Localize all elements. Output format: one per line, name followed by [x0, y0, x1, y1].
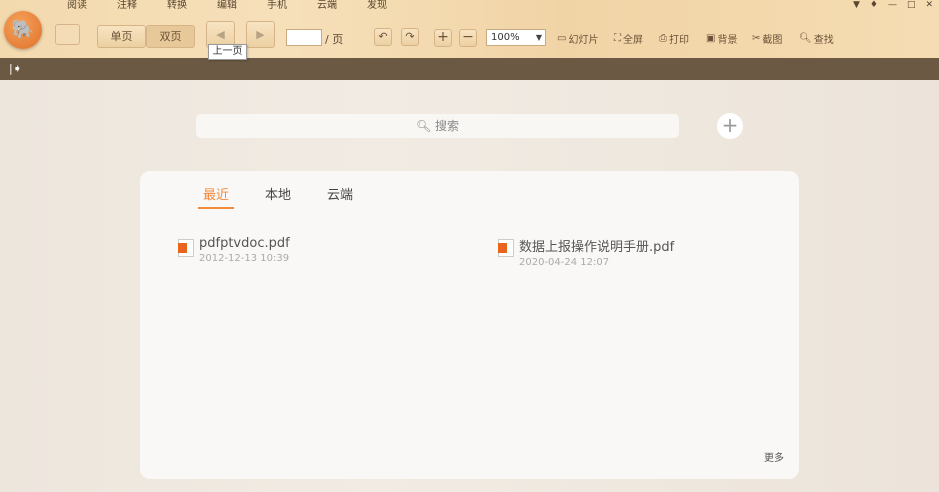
menu-tab-convert[interactable]: 转换 — [152, 0, 202, 12]
more-link[interactable]: 更多 — [764, 449, 784, 464]
maximize-icon[interactable]: □ — [907, 0, 916, 10]
files-card: 最近 本地 云端 pdfptvdoc.pdf 2012-12-13 10:39 数… — [140, 171, 799, 479]
redo-icon[interactable]: ↷ — [401, 28, 419, 46]
menu-icon[interactable]: ▼ — [853, 0, 860, 10]
tab-recent[interactable]: 最近 — [198, 184, 235, 209]
open-folder-button[interactable] — [55, 24, 80, 45]
menu-tab-edit[interactable]: 编辑 — [202, 0, 252, 12]
file-name: 数据上报操作说明手册.pdf — [519, 240, 675, 255]
double-page-button[interactable]: 双页 — [146, 25, 195, 48]
page-suffix: / 页 — [325, 33, 344, 46]
background-icon: ▣ — [706, 33, 716, 44]
slideshow-button[interactable]: ▭ 幻灯片 — [557, 31, 598, 46]
screenshot-label: 截图 — [762, 35, 783, 46]
menu-tabs: 阅读 注释 转换 编辑 手机 云端 发现 — [52, 0, 402, 12]
next-icon: ▶ — [256, 28, 265, 41]
file-tabs: 最近 本地 云端 — [198, 184, 358, 209]
expand-sidebar-icon[interactable]: |➧ — [9, 62, 22, 75]
sidebar-toggle-bar: |➧ — [0, 58, 939, 80]
pdf-file-icon — [178, 239, 194, 257]
tooltip: 上一页 — [208, 44, 247, 60]
search-icon: 🔍︎ — [415, 119, 436, 133]
window-controls: ▼ ♦ — □ ✕ — [853, 0, 933, 10]
single-page-label: 单页 — [110, 30, 133, 43]
file-date: 2020-04-24 12:07 — [519, 257, 610, 268]
scissors-icon: ✂ — [752, 33, 761, 44]
tab-cloud[interactable]: 云端 — [322, 184, 358, 209]
menu-tab-mobile[interactable]: 手机 — [252, 0, 302, 12]
print-button[interactable]: ⎙ 打印 — [659, 31, 689, 46]
file-date: 2012-12-13 10:39 — [199, 253, 290, 264]
list-item[interactable]: 数据上报操作说明手册.pdf 2020-04-24 12:07 — [498, 236, 674, 268]
screenshot-button[interactable]: ✂ 截图 — [752, 31, 782, 46]
pdf-file-icon — [498, 239, 514, 257]
search-icon: 🔍︎ — [799, 33, 812, 44]
undo-icon[interactable]: ↶ — [374, 28, 392, 46]
print-label: 打印 — [669, 35, 689, 46]
minimize-icon[interactable]: — — [888, 0, 897, 10]
menu-tab-cloud[interactable]: 云端 — [302, 0, 352, 12]
page-input[interactable] — [286, 29, 322, 46]
toolbar-area: 阅读 注释 转换 编辑 手机 云端 发现 ▼ ♦ — □ ✕ 🐘 单页 双页 ◀… — [0, 0, 939, 58]
menu-tab-read[interactable]: 阅读 — [52, 0, 102, 12]
fullscreen-label: 全屏 — [623, 35, 643, 46]
menu-tab-discover[interactable]: 发现 — [352, 0, 402, 12]
slideshow-icon: ▭ — [557, 33, 567, 44]
search-placeholder: 搜索 — [435, 119, 460, 133]
background-label: 背景 — [717, 35, 738, 46]
find-label: 查找 — [813, 35, 834, 46]
zoom-select[interactable]: 100% — [486, 29, 546, 46]
fullscreen-button[interactable]: ⛶ 全屏 — [614, 31, 643, 46]
app-logo[interactable]: 🐘 — [4, 11, 42, 49]
menu-tab-annotate[interactable]: 注释 — [102, 0, 152, 12]
close-icon[interactable]: ✕ — [925, 0, 933, 10]
background-button[interactable]: ▣ 背景 — [706, 31, 737, 46]
double-page-label: 双页 — [159, 30, 182, 43]
print-icon: ⎙ — [659, 33, 667, 44]
next-page-button[interactable]: ▶ — [246, 21, 275, 48]
find-button[interactable]: 🔍︎ 查找 — [799, 31, 834, 46]
fullscreen-icon: ⛶ — [614, 33, 621, 44]
skin-icon[interactable]: ♦ — [870, 0, 878, 10]
search-input[interactable]: 🔍︎ 搜索 — [196, 114, 679, 138]
add-button[interactable]: + — [717, 113, 743, 139]
single-page-button[interactable]: 单页 — [97, 25, 146, 48]
file-name: pdfptvdoc.pdf — [199, 236, 290, 251]
slideshow-label: 幻灯片 — [568, 35, 599, 46]
zoom-out-icon[interactable]: − — [459, 29, 477, 47]
prev-icon: ◀ — [216, 28, 225, 41]
tab-local[interactable]: 本地 — [260, 184, 296, 209]
list-item[interactable]: pdfptvdoc.pdf 2012-12-13 10:39 — [178, 236, 290, 264]
zoom-in-icon[interactable]: + — [434, 29, 452, 47]
